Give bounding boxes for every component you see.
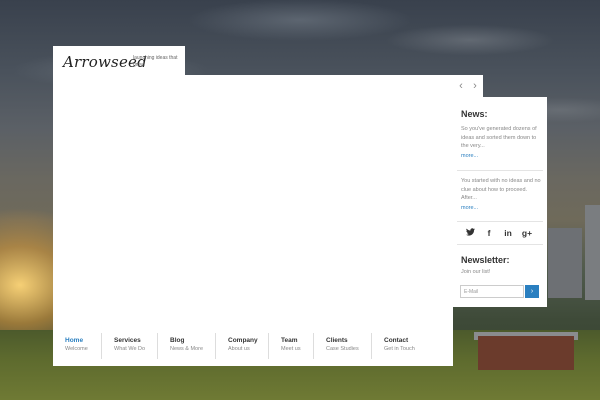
background-building: [548, 228, 582, 298]
nav-sublabel: Welcome: [65, 346, 88, 352]
nav-label: Company: [228, 337, 258, 344]
nav-item-contact[interactable]: Contact Get in Touch: [371, 333, 441, 359]
nav-item-blog[interactable]: Blog News & More: [157, 333, 215, 359]
nav-sublabel: News & More: [170, 346, 204, 352]
news-heading: News:: [461, 109, 488, 119]
main-content-panel: Home Welcome Services What We Do Blog Ne…: [53, 75, 453, 366]
facebook-icon[interactable]: f: [482, 226, 496, 240]
newsletter-heading: Newsletter:: [461, 255, 510, 265]
news-item: So you've generated dozens of ideas and …: [461, 125, 541, 160]
newsletter-subtitle: Join our list!: [461, 269, 491, 275]
nav-label: Home: [65, 337, 84, 344]
nav-sublabel: Meet us: [281, 346, 301, 352]
background-barn: [478, 336, 574, 370]
nav-label: Clients: [326, 337, 348, 344]
nav-label: Team: [281, 337, 298, 344]
footer-nav: Home Welcome Services What We Do Blog Ne…: [53, 333, 453, 363]
twitter-icon-glyph: [465, 228, 475, 236]
nav-sublabel: Get in Touch: [384, 346, 415, 352]
divider: [457, 170, 543, 171]
linkedin-icon[interactable]: in: [501, 226, 515, 240]
news-item: You started with no ideas and no clue ab…: [461, 177, 541, 212]
slider-controls: ‹ ›: [453, 75, 483, 97]
nav-item-home[interactable]: Home Welcome: [53, 333, 101, 359]
logo-tagline: launching ideas that grow.: [133, 55, 178, 68]
news-excerpt: So you've generated dozens of ideas and …: [461, 126, 537, 149]
divider: [457, 244, 543, 245]
nav-label: Services: [114, 337, 141, 344]
background-building: [585, 205, 600, 300]
divider: [457, 221, 543, 222]
google-plus-icon[interactable]: g+: [520, 226, 534, 240]
nav-sublabel: Case Studies: [326, 346, 359, 352]
news-more-link[interactable]: more...: [461, 204, 541, 213]
email-input[interactable]: [460, 285, 524, 298]
news-excerpt: You started with no ideas and no clue ab…: [461, 178, 541, 201]
news-more-link[interactable]: more...: [461, 152, 541, 161]
nav-item-clients[interactable]: Clients Case Studies: [313, 333, 371, 359]
nav-sublabel: What We Do: [114, 346, 146, 352]
nav-item-company[interactable]: Company About us: [215, 333, 268, 359]
twitter-icon[interactable]: [463, 226, 477, 240]
logo-tab[interactable]: Arrowseed launching ideas that grow.: [53, 46, 185, 78]
nav-label: Contact: [384, 337, 409, 344]
sidebar: News: So you've generated dozens of idea…: [453, 97, 547, 307]
nav-item-services[interactable]: Services What We Do: [101, 333, 157, 359]
chevron-right-icon[interactable]: ›: [468, 79, 482, 93]
chevron-left-icon[interactable]: ‹: [454, 79, 468, 93]
nav-label: Blog: [170, 337, 185, 344]
newsletter-submit-button[interactable]: ›: [525, 285, 539, 298]
nav-sublabel: About us: [228, 346, 250, 352]
nav-item-team[interactable]: Team Meet us: [268, 333, 313, 359]
